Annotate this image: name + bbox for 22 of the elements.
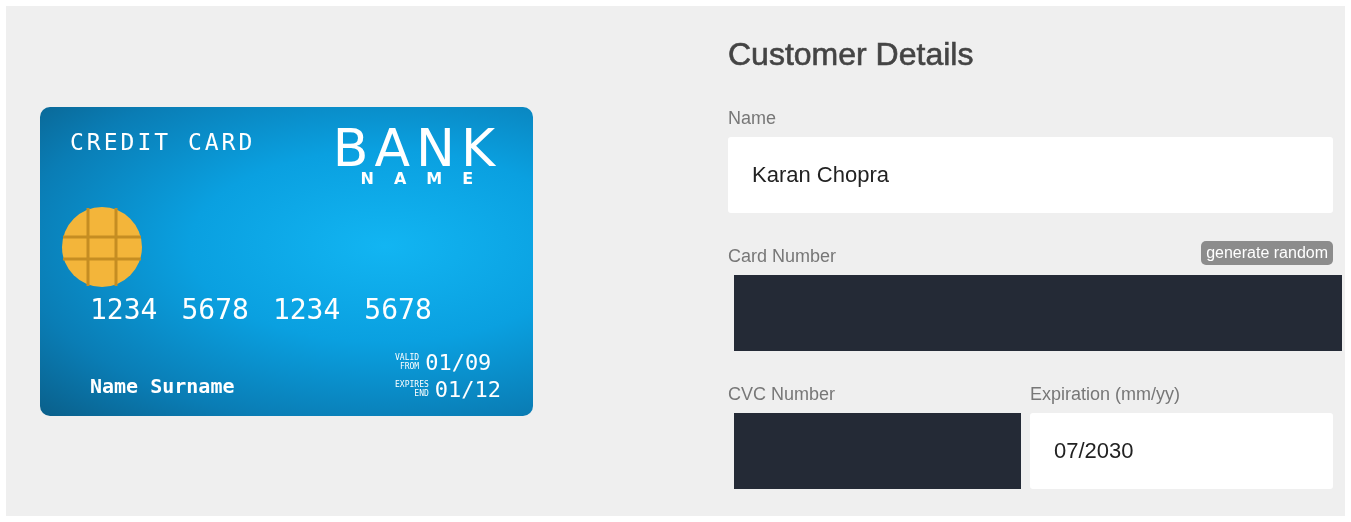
bank-logo-text: BANK bbox=[332, 124, 501, 171]
card-heading: CREDIT CARD bbox=[70, 128, 256, 157]
date-caption: END bbox=[414, 389, 429, 398]
card-number-group: 5678 bbox=[181, 292, 249, 326]
card-number-group: 5678 bbox=[364, 292, 432, 326]
card-date: 01/12 bbox=[434, 376, 501, 402]
date-caption: FROM bbox=[399, 362, 420, 371]
field-label: Name bbox=[728, 108, 776, 130]
bank-logo-subtext: NAME bbox=[360, 170, 494, 187]
form-title: Customer Details bbox=[728, 36, 975, 73]
card-number-group: 1234 bbox=[272, 292, 341, 326]
field-label: Expiration (mm/yy) bbox=[1030, 384, 1181, 406]
field-label: CVC Number bbox=[728, 384, 836, 406]
field-label: Card Number bbox=[728, 246, 837, 268]
text-field[interactable]: 07/2030 bbox=[1030, 413, 1333, 489]
chip-icon bbox=[62, 206, 142, 287]
card-number-group: 1234 bbox=[90, 292, 158, 326]
cardholder-name: Name Surname bbox=[90, 373, 235, 400]
date-caption: VALID bbox=[395, 353, 420, 362]
text-field[interactable]: Karan Chopra bbox=[728, 137, 1333, 213]
card-date: 01/09 bbox=[425, 349, 492, 375]
date-caption: EXPIRES bbox=[395, 380, 429, 389]
